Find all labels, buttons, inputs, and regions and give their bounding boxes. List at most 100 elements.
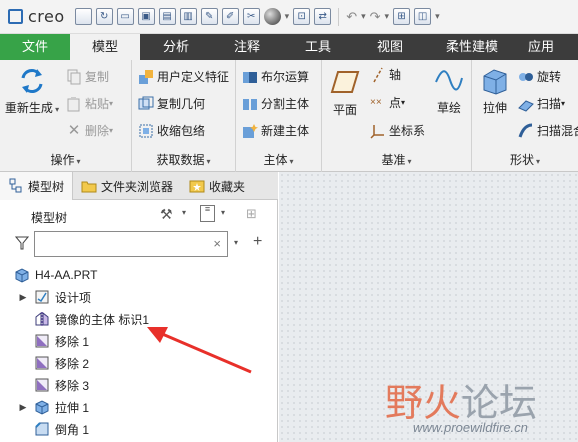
tab-model-tree[interactable]: 模型树 (0, 172, 74, 200)
swept-blend-button[interactable]: 扫描混合 (518, 122, 578, 139)
tree-node-root[interactable]: H4-AA.PRT (14, 264, 97, 286)
udf-button[interactable]: 用户定义特征 (138, 68, 229, 85)
tree-node-chamfer-1-label: 倒角 1 (55, 422, 90, 437)
copy-geometry-button[interactable]: 复制几何 (138, 95, 205, 112)
regenerate-label: 重新生成 (4, 101, 53, 115)
tab-annotate[interactable]: 注释 (212, 34, 282, 60)
open-icon[interactable]: ↻ (95, 8, 113, 25)
clear-search-icon[interactable]: × (213, 236, 221, 251)
tab-model-tree-label: 模型树 (28, 179, 65, 194)
expand-icon[interactable]: ▶ (18, 402, 28, 413)
show-options-icon[interactable]: ≡ (200, 205, 215, 222)
sketch-icon (434, 66, 464, 96)
tree-node-extrude-1[interactable]: ▶ 拉伸 1 (18, 396, 89, 418)
split-body-label: 分割主体 (261, 97, 310, 111)
tree-node-root-label: H4-AA.PRT (35, 268, 98, 282)
split-body-button[interactable]: 分割主体 (242, 95, 309, 112)
open-folder-icon[interactable]: ▭ (116, 8, 134, 25)
tools-icon[interactable]: ✂ (242, 8, 260, 25)
settings-icon[interactable]: ⚒ (160, 206, 173, 223)
sweep-button[interactable]: 扫描 ▾ (518, 95, 565, 112)
get-data-group-label[interactable]: 获取数据 ▾ (132, 151, 235, 168)
tab-folder-browser[interactable]: 文件夹浏览器 (73, 172, 181, 200)
tab-tools[interactable]: 工具 (282, 34, 354, 60)
search-input[interactable]: × (34, 231, 228, 257)
app-name: creo (28, 7, 65, 26)
expand-icon[interactable]: ▶ (18, 292, 28, 303)
sphere-icon[interactable] (263, 8, 281, 25)
add-filter-icon[interactable]: + (253, 233, 262, 251)
edit-icon[interactable]: ✎ (200, 8, 218, 25)
revolve-label: 旋转 (537, 70, 562, 84)
tab-applications[interactable]: 应用 (518, 34, 558, 60)
search-dropdown-icon[interactable]: ▾ (234, 238, 238, 247)
relations-icon[interactable]: ⇄ (314, 8, 332, 25)
redo-dropdown-icon[interactable]: ▾ (385, 11, 390, 22)
regenerate-button[interactable]: 重新生成 ▾ (4, 66, 60, 116)
datum-group: 平面 轴 ×× 点 ▾ 坐标系 草绘 基准 ▾ (322, 60, 472, 172)
ribbon-tabs: 文件 模型 分析 注释 工具 视图 柔性建模 应用 (0, 34, 578, 60)
watermark-url: www.proewildfire.cn (413, 420, 528, 435)
dropdown-arrow-icon[interactable]: ▾ (285, 11, 290, 22)
tab-model[interactable]: 模型 (70, 34, 140, 60)
extrude-button[interactable]: 拉伸 (478, 66, 512, 116)
paste-icon (66, 96, 82, 112)
tree-node-mirror-body-label: 镜像的主体 标识1 (55, 312, 150, 327)
tab-file[interactable]: 文件 (0, 34, 70, 60)
paint-icon[interactable]: ✐ (221, 8, 239, 25)
datum-group-label[interactable]: 基准 ▾ (322, 151, 471, 168)
filter-icon[interactable] (14, 236, 30, 253)
quick-access-toolbar: creo ↻ ▭ ▣ ▤ ▥ ✎ ✐ ✂ ▾ ⊡ ⇄ ↶ ▾ ↷ ▾ ⊞ ◫ ▾ (0, 0, 578, 34)
shapes-group-label[interactable]: 形状 ▾ (472, 151, 578, 168)
creo-logo: creo (8, 7, 65, 26)
paste-button[interactable]: 粘贴 ▾ (66, 95, 113, 112)
body-group-label[interactable]: 主体 ▾ (236, 151, 321, 168)
customize-dropdown-icon[interactable]: ▾ (435, 11, 440, 22)
shrinkwrap-button[interactable]: 收缩包络 (138, 122, 205, 139)
new-file-icon[interactable] (74, 8, 92, 25)
save-icon[interactable]: ▣ (137, 8, 155, 25)
tab-flexible-modeling[interactable]: 柔性建模 (426, 34, 518, 60)
new-body-icon (242, 123, 258, 139)
body-group: 布尔运算 分割主体 新建主体 主体 ▾ (236, 60, 322, 172)
undo-icon[interactable]: ↶ (346, 9, 357, 25)
operations-group-label[interactable]: 操作 ▾ (0, 151, 131, 168)
show-dropdown-icon[interactable]: ▾ (221, 208, 225, 217)
layout-icon[interactable]: ◫ (414, 8, 432, 25)
undo-dropdown-icon[interactable]: ▾ (361, 11, 366, 22)
delete-button[interactable]: ✕ 删除 ▾ (66, 122, 113, 139)
tree-node-remove-3[interactable]: 移除 3 (34, 374, 89, 396)
filter-row: × ▾ + (0, 230, 278, 260)
settings-dropdown-icon[interactable]: ▾ (182, 208, 186, 217)
new-body-button[interactable]: 新建主体 (242, 122, 309, 139)
tree-node-mirror-body[interactable]: 镜像的主体 标识1 (34, 308, 149, 330)
windows-icon[interactable]: ⊞ (393, 8, 411, 25)
shrinkwrap-label: 收缩包络 (157, 124, 206, 138)
model-info-icon[interactable]: ⊡ (293, 8, 311, 25)
print-icon[interactable]: ▥ (179, 8, 197, 25)
axis-icon (370, 67, 386, 83)
tab-analysis[interactable]: 分析 (140, 34, 212, 60)
save-as-icon[interactable]: ▤ (158, 8, 176, 25)
copy-label: 复制 (85, 70, 110, 84)
redo-icon[interactable]: ↷ (370, 9, 381, 25)
creo-logo-icon (8, 9, 23, 24)
tree-node-remove-1[interactable]: 移除 1 (34, 330, 89, 352)
axis-button[interactable]: 轴 (370, 66, 401, 83)
tree-node-design-items[interactable]: ▶ 设计项 (18, 286, 91, 308)
copy-button[interactable]: 复制 (66, 68, 109, 85)
boolean-label: 布尔运算 (261, 70, 310, 84)
plane-button[interactable]: 平面 (328, 68, 362, 118)
tab-favorites[interactable]: 收藏夹 (181, 172, 253, 200)
tab-view[interactable]: 视图 (354, 34, 426, 60)
paste-label: 粘贴 (85, 97, 110, 111)
csys-button[interactable]: 坐标系 (370, 122, 425, 139)
boolean-button[interactable]: 布尔运算 (242, 68, 309, 85)
revolve-button[interactable]: 旋转 (518, 68, 561, 85)
sweep-label: 扫描 (537, 97, 562, 111)
tree-node-remove-2[interactable]: 移除 2 (34, 352, 89, 374)
sketch-button[interactable]: 草绘 (432, 66, 466, 116)
tree-node-chamfer-1[interactable]: 倒角 1 (34, 418, 89, 440)
udf-label: 用户定义特征 (157, 70, 230, 84)
point-button[interactable]: ×× 点 ▾ (370, 94, 405, 111)
